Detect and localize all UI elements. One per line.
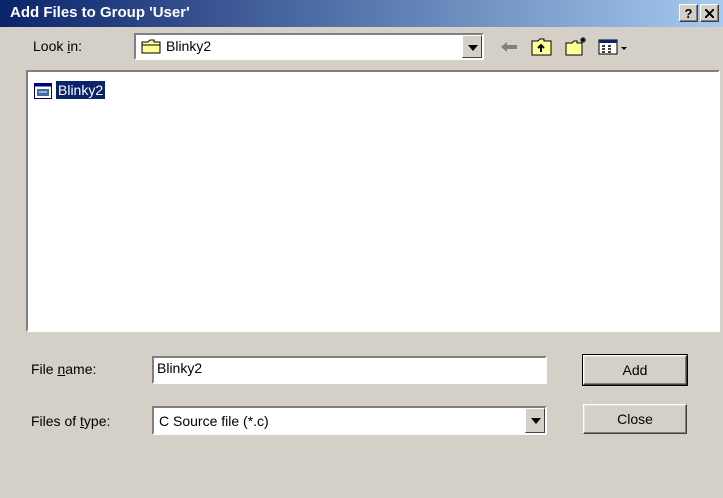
close-button[interactable]: Close	[583, 404, 687, 434]
folder-icon	[141, 39, 161, 54]
filetype-combo[interactable]: C Source file (*.c)	[152, 406, 547, 435]
project-file-icon	[34, 83, 52, 99]
filetype-label: Files of type:	[31, 413, 111, 429]
lookin-label: Look in:	[33, 38, 83, 54]
filename-field[interactable]	[152, 356, 547, 384]
view-menu-button[interactable]	[597, 36, 631, 58]
up-folder-icon	[531, 38, 552, 56]
file-list[interactable]: Blinky2	[26, 70, 720, 332]
filetype-dropdown-button[interactable]	[525, 408, 545, 433]
close-icon	[704, 8, 715, 19]
new-folder-icon	[565, 37, 586, 56]
title-bar[interactable]: Add Files to Group 'User' ?	[0, 0, 723, 27]
back-arrow-icon	[501, 42, 517, 52]
back-button[interactable]	[497, 36, 521, 58]
dialog-title: Add Files to Group 'User'	[10, 4, 190, 21]
add-button[interactable]: Add	[582, 354, 688, 386]
add-files-dialog: Add Files to Group 'User' ? Look in: Bli…	[0, 0, 723, 498]
up-folder-button[interactable]	[530, 36, 554, 58]
file-name-label: Blinky2	[54, 80, 107, 100]
view-menu-icon	[598, 39, 627, 55]
lookin-value: Blinky2	[166, 38, 212, 54]
lookin-combo[interactable]: Blinky2	[134, 33, 484, 60]
close-window-button[interactable]	[700, 4, 719, 22]
help-button[interactable]: ?	[679, 4, 698, 22]
filename-input[interactable]	[157, 360, 540, 376]
filetype-value: C Source file (*.c)	[159, 413, 269, 429]
lookin-dropdown-button[interactable]	[462, 35, 482, 58]
new-folder-button[interactable]	[564, 36, 588, 58]
filename-label: File name:	[31, 361, 97, 377]
